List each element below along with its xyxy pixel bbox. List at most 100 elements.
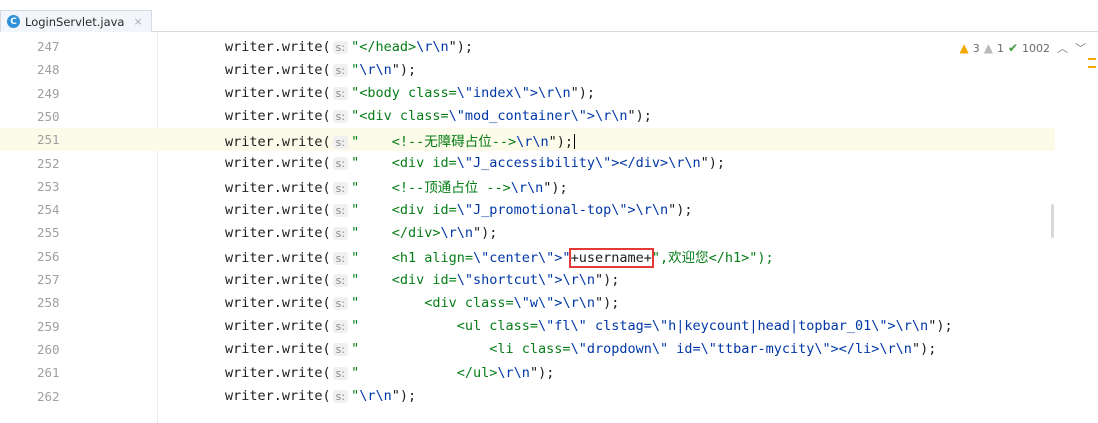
code-line[interactable]: 254 writer.write(s: " <div id=\"J_promotio… <box>0 198 1055 221</box>
parameter-hint: s: <box>332 135 349 149</box>
statement-end: "); <box>391 388 417 404</box>
string-literal: " <h1 align= <box>351 250 474 267</box>
escape-sequence: \"center\">" <box>473 250 571 267</box>
chevron-down-icon[interactable]: ﹀ <box>1075 40 1086 56</box>
tab-loginservlet[interactable]: C LoginServlet.java × <box>0 10 152 32</box>
parameter-hint: s: <box>332 40 349 54</box>
parameter-hint: s: <box>332 226 349 240</box>
statement-end: "); <box>448 38 474 55</box>
code-line[interactable]: 256 writer.write(s: " <h1 align=\"center\"… <box>0 245 1055 269</box>
method-call: writer.write( <box>225 61 331 78</box>
string-literal: " <li class= <box>351 341 571 358</box>
chevron-up-icon[interactable]: ︿ <box>1057 40 1068 56</box>
code-text: writer.write(s: " </div>\r\n"); <box>225 225 497 241</box>
line-number[interactable]: 249 <box>37 86 77 101</box>
code-line[interactable]: 251 writer.write(s: " <!--无障碍占位-->\r\n"); <box>0 128 1055 152</box>
method-call: writer.write( <box>225 364 331 381</box>
string-literal: " </ul> <box>351 364 498 381</box>
code-line[interactable]: 261 writer.write(s: " </ul>\r\n"); <box>0 361 1055 384</box>
method-call: writer.write( <box>225 250 331 267</box>
escape-sequence: \r\n <box>516 133 549 150</box>
code-text: writer.write(s: " <ul class=\"fl\" clstag… <box>225 318 953 334</box>
line-number[interactable]: 250 <box>37 109 77 124</box>
statement-end: "); <box>543 180 568 197</box>
line-number[interactable]: 255 <box>37 225 77 240</box>
method-call: writer.write( <box>225 271 331 288</box>
parameter-hint: s: <box>332 343 349 357</box>
code-editor[interactable]: 247 writer.write(s: "</head>\r\n"); 248 writ… <box>0 32 1098 423</box>
code-line[interactable]: 248 writer.write(s: "\r\n"); <box>0 58 1055 81</box>
string-literal: " </div> <box>351 224 441 241</box>
code-line[interactable]: 260 writer.write(s: " <li class=\"dropdown… <box>0 338 1055 361</box>
line-number[interactable]: 256 <box>37 249 77 264</box>
statement-end: "); <box>473 224 498 241</box>
code-line[interactable]: 257 writer.write(s: " <div id=\"shortcut\"… <box>0 268 1055 291</box>
escape-sequence: \r\n <box>359 61 392 78</box>
escape-sequence: \"dropdown\" id=\"ttbar-mycity\"></li>\r… <box>570 341 912 358</box>
code-line[interactable]: 259 writer.write(s: " <ul class=\"fl\" cls… <box>0 315 1055 338</box>
warning-icon: ▲ <box>959 41 969 55</box>
line-number[interactable]: 248 <box>37 62 77 77</box>
code-line[interactable]: 247 writer.write(s: "</head>\r\n"); <box>0 35 1055 58</box>
line-number[interactable]: 257 <box>37 272 77 287</box>
highlighted-expression: +username+ <box>568 248 654 269</box>
code-line[interactable]: 255 writer.write(s: " </div>\r\n"); <box>0 221 1055 244</box>
line-number[interactable]: 260 <box>37 342 77 357</box>
method-call: writer.write( <box>225 224 331 241</box>
parameter-hint: s: <box>332 63 349 77</box>
statement-end: "); <box>911 341 937 358</box>
code-text: writer.write(s: " <div id=\"shortcut\">\r… <box>225 272 619 288</box>
close-icon[interactable]: × <box>133 15 142 28</box>
escape-sequence: \r\n <box>440 224 474 241</box>
code-text: writer.write(s: " <div id=\"J_accessibili… <box>225 155 725 171</box>
warning-count: 3 <box>972 41 980 55</box>
code-line[interactable]: 249 writer.write(s: "<body class=\"index\"… <box>0 82 1055 105</box>
error-stripe-mark[interactable] <box>1088 66 1096 68</box>
statement-end: "); <box>928 318 953 335</box>
escape-sequence: \"shortcut\">\r\n <box>456 271 595 288</box>
inspection-widget[interactable]: ▲ 3 ▲ 1 ✔ 1002 ︿ ﹀ <box>959 40 1086 56</box>
error-stripe-mark[interactable] <box>1088 58 1096 60</box>
statement-end: "); <box>627 108 652 125</box>
line-number[interactable]: 247 <box>37 39 77 54</box>
code-line[interactable]: 252 writer.write(s: " <div id=\"J_accessib… <box>0 152 1055 175</box>
statement-end: "); <box>570 85 595 102</box>
code-text: writer.write(s: "</head>\r\n"); <box>225 39 473 55</box>
statement-end: "); <box>594 271 620 288</box>
escape-sequence: \r\n <box>510 180 544 197</box>
ok-count: 1002 <box>1022 41 1050 55</box>
line-number[interactable]: 252 <box>37 156 77 171</box>
escape-sequence: \"J_promotional-top\">\r\n <box>456 201 669 218</box>
line-number[interactable]: 258 <box>37 295 77 310</box>
code-text: writer.write(s: " <!--无障碍占位-->\r\n"); <box>225 130 576 150</box>
method-call: writer.write( <box>225 155 331 171</box>
scrollbar-thumb[interactable] <box>1051 204 1054 238</box>
escape-sequence: \"w\">\r\n <box>513 294 595 311</box>
line-number[interactable]: 259 <box>37 319 77 334</box>
code-line[interactable]: 262 writer.write(s: "\r\n"); <box>0 385 1055 408</box>
line-number[interactable]: 262 <box>37 389 77 404</box>
method-call: writer.write( <box>225 341 331 358</box>
method-call: writer.write( <box>225 133 331 150</box>
code-text: writer.write(s: "\r\n"); <box>225 62 416 78</box>
line-number[interactable]: 254 <box>37 202 77 217</box>
code-line[interactable]: 253 writer.write(s: " <!--顶通占位 -->\r\n"); <box>0 175 1055 198</box>
line-number[interactable]: 251 <box>37 132 77 147</box>
escape-sequence: \"mod_container\">\r\n <box>448 108 628 125</box>
escape-sequence: \"index\">\r\n <box>456 85 571 102</box>
code-line[interactable]: 258 writer.write(s: " <div class=\"w\">\r\… <box>0 291 1055 314</box>
escape-sequence: \r\n <box>497 364 530 381</box>
statement-end: "); <box>700 155 726 171</box>
java-class-icon: C <box>7 15 20 28</box>
code-line[interactable]: 250 writer.write(s: "<div class=\"mod_cont… <box>0 105 1055 128</box>
line-number[interactable]: 261 <box>37 365 77 380</box>
statement-end: "); <box>391 61 417 78</box>
parameter-hint: s: <box>332 157 349 170</box>
code-text: writer.write(s: " <!--顶通占位 -->\r\n"); <box>225 176 568 196</box>
parameter-hint: s: <box>332 252 349 266</box>
string-literal: " <ul class= <box>351 318 539 335</box>
line-number[interactable]: 253 <box>37 179 77 194</box>
escape-sequence: \r\n <box>416 38 449 55</box>
code-text: writer.write(s: " <div id=\"J_promotional… <box>225 202 693 218</box>
escape-sequence: \"J_accessibility\"></div>\r\n <box>456 155 701 171</box>
